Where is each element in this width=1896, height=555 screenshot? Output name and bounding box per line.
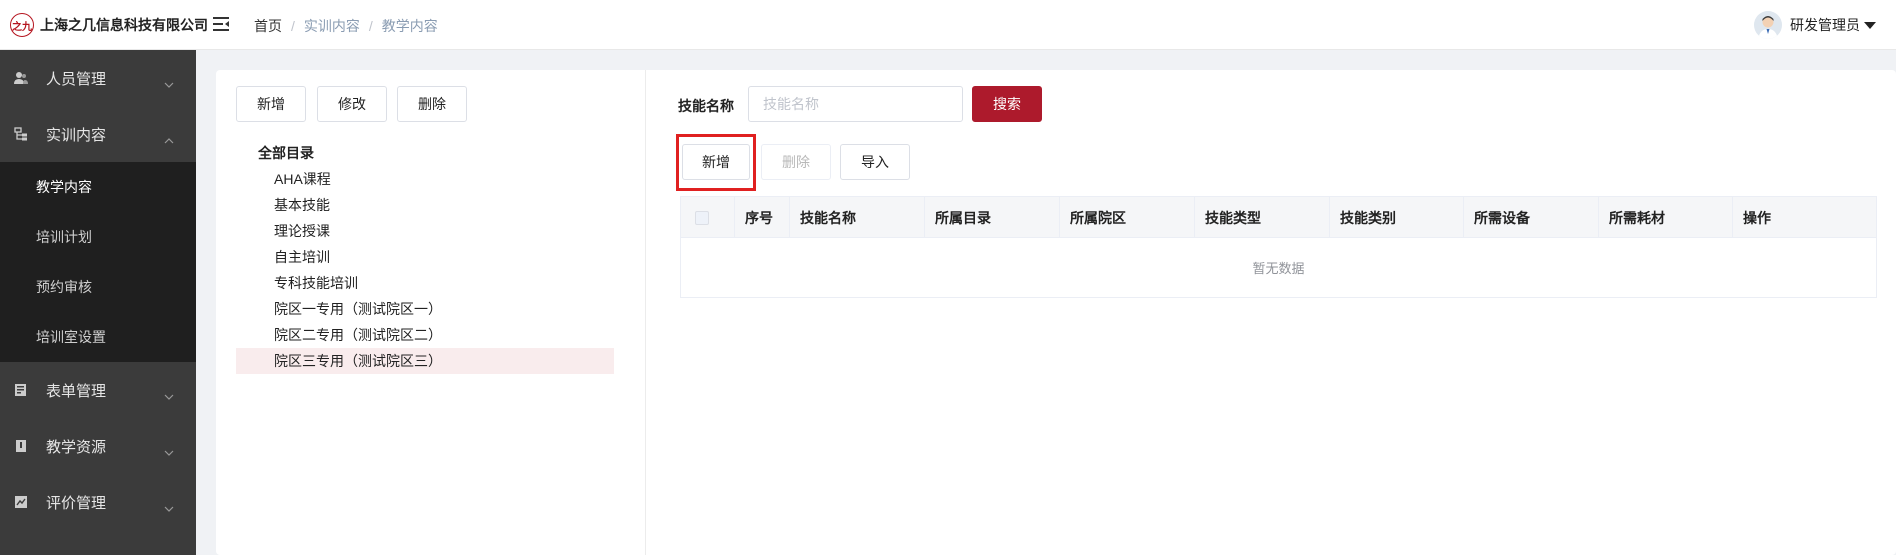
- sidebar-item-training[interactable]: 实训内容: [0, 106, 196, 162]
- tree-node[interactable]: 院区一专用（测试院区一）: [236, 296, 614, 322]
- avatar: [1754, 11, 1782, 39]
- sidebar-item-booking-review[interactable]: 预约审核: [0, 262, 196, 312]
- skills-pane: 技能名称 搜索 新增 删除 导入 序号 技能名称 所属目录 所属院区 技能类型 …: [646, 70, 1896, 555]
- tree-icon: [14, 127, 28, 141]
- column-header: 所属院区: [1060, 197, 1195, 238]
- breadcrumb-training[interactable]: 实训内容: [304, 18, 360, 34]
- delete-skill-button: 删除: [761, 144, 831, 180]
- tree-node[interactable]: 院区二专用（测试院区二）: [236, 322, 614, 348]
- sidebar: 人员管理 实训内容 教学内容 培训计划 预约审核 培训室设置 表单管理 教学资源…: [0, 50, 196, 555]
- chevron-down-icon: [164, 443, 174, 456]
- top-header: 之九 上海之几信息科技有限公司 首页 / 实训内容 / 教学内容 研发管理员: [0, 0, 1896, 50]
- column-header: 所需耗材: [1599, 197, 1733, 238]
- company-logo[interactable]: 之九 上海之几信息科技有限公司: [10, 12, 208, 38]
- chevron-up-icon: [164, 131, 174, 144]
- content-card: 新增 修改 删除 全部目录 AHA课程 基本技能 理论授课 自主培训 专科技能培…: [216, 70, 1896, 555]
- breadcrumb-current: 教学内容: [381, 18, 438, 34]
- sidebar-item-label: 人员管理: [46, 70, 107, 88]
- company-name: 上海之几信息科技有限公司: [40, 17, 208, 33]
- user-name: 研发管理员: [1790, 17, 1860, 33]
- sidebar-item-forms[interactable]: 表单管理: [0, 362, 196, 418]
- breadcrumb-home[interactable]: 首页: [254, 18, 282, 34]
- column-header: 所需设备: [1464, 197, 1599, 238]
- tree-node[interactable]: 自主培训: [236, 244, 614, 270]
- add-directory-button[interactable]: 新增: [236, 86, 306, 122]
- tree-node[interactable]: AHA课程: [236, 166, 614, 192]
- sidebar-item-label: 实训内容: [46, 126, 107, 144]
- search-input[interactable]: [748, 86, 963, 122]
- tree-root[interactable]: 全部目录: [236, 140, 614, 166]
- chevron-down-icon: [164, 387, 174, 400]
- sidebar-item-training-plan[interactable]: 培训计划: [0, 212, 196, 262]
- tree-node-selected[interactable]: 院区三专用（测试院区三）: [236, 348, 614, 374]
- search-label: 技能名称: [678, 98, 734, 114]
- select-all-checkbox[interactable]: [695, 210, 709, 225]
- form-icon: [14, 383, 28, 397]
- column-header: 序号: [735, 197, 790, 238]
- sidebar-item-room-settings[interactable]: 培训室设置: [0, 312, 196, 362]
- menu-toggle-icon[interactable]: [212, 15, 230, 33]
- sidebar-item-label: 表单管理: [46, 382, 107, 400]
- breadcrumb: 首页 / 实训内容 / 教学内容: [254, 18, 438, 34]
- column-header: 技能名称: [790, 197, 925, 238]
- search-button[interactable]: 搜索: [972, 86, 1042, 122]
- empty-state: 暂无数据: [1252, 261, 1305, 276]
- logo-icon: 之九: [10, 13, 34, 37]
- sidebar-item-label: 评价管理: [46, 494, 107, 512]
- directory-pane: 新增 修改 删除 全部目录 AHA课程 基本技能 理论授课 自主培训 专科技能培…: [216, 70, 646, 555]
- tree-node[interactable]: 基本技能: [236, 192, 614, 218]
- select-all-cell: [681, 197, 735, 238]
- sidebar-item-teaching-content[interactable]: 教学内容: [0, 162, 196, 212]
- directory-tree: 全部目录 AHA课程 基本技能 理论授课 自主培训 专科技能培训 院区一专用（测…: [236, 140, 614, 374]
- user-menu[interactable]: 研发管理员: [1754, 11, 1876, 39]
- add-skill-button[interactable]: 新增: [682, 144, 750, 180]
- users-icon: [14, 71, 28, 85]
- sidebar-item-personnel[interactable]: 人员管理: [0, 50, 196, 106]
- chevron-down-icon: [164, 75, 174, 88]
- tree-node[interactable]: 理论授课: [236, 218, 614, 244]
- chart-icon: [14, 495, 28, 509]
- tree-node[interactable]: 专科技能培训: [236, 270, 614, 296]
- training-submenu: 教学内容 培训计划 预约审核 培训室设置: [0, 162, 196, 362]
- skills-table: 序号 技能名称 所属目录 所属院区 技能类型 技能类别 所需设备 所需耗材 操作…: [680, 196, 1877, 298]
- column-header: 技能类别: [1330, 197, 1464, 238]
- sidebar-item-resources[interactable]: 教学资源: [0, 418, 196, 474]
- column-header: 所属目录: [925, 197, 1060, 238]
- column-header: 技能类型: [1195, 197, 1330, 238]
- caret-down-icon: [1864, 21, 1876, 29]
- sidebar-item-label: 教学资源: [46, 438, 107, 456]
- delete-directory-button[interactable]: 删除: [397, 86, 467, 122]
- chevron-down-icon: [164, 499, 174, 512]
- sidebar-item-evaluation[interactable]: 评价管理: [0, 474, 196, 530]
- import-button[interactable]: 导入: [840, 144, 910, 180]
- book-icon: [14, 439, 28, 453]
- column-header: 操作: [1743, 209, 1771, 226]
- table-header: 序号 技能名称 所属目录 所属院区 技能类型 技能类别 所需设备 所需耗材 操作: [681, 197, 1876, 238]
- edit-directory-button[interactable]: 修改: [317, 86, 387, 122]
